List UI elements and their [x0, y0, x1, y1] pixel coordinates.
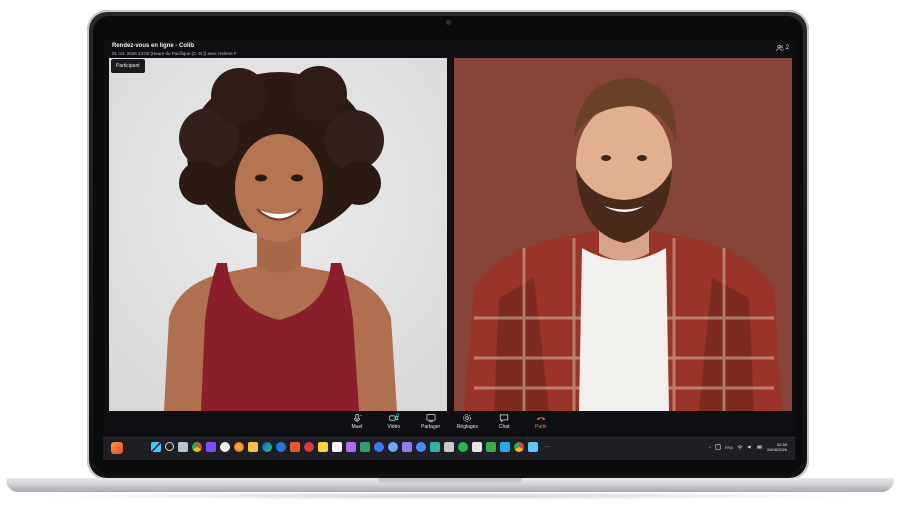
- vscode-icon[interactable]: [500, 442, 510, 452]
- os-taskbar: ··· ^ FRA 02:58 25/08/2026: [103, 437, 795, 460]
- participant-count-button[interactable]: 2: [776, 44, 789, 52]
- app-icon[interactable]: [290, 442, 300, 452]
- chevron-up-icon[interactable]: ^: [709, 445, 711, 450]
- edge-icon[interactable]: [262, 442, 272, 452]
- gear-icon: [463, 414, 472, 422]
- app-icon[interactable]: [416, 442, 426, 452]
- chrome-icon[interactable]: [514, 442, 524, 452]
- leave-label: Partir: [535, 424, 547, 430]
- app-icon[interactable]: [318, 442, 328, 452]
- app-icon[interactable]: [332, 442, 342, 452]
- app-icon[interactable]: [220, 442, 230, 452]
- weather-widget-icon[interactable]: [111, 442, 123, 454]
- participant-label: Participant: [111, 59, 145, 73]
- settings-button[interactable]: Réglages: [449, 413, 485, 435]
- video-label: Vidéo: [387, 424, 401, 430]
- chat-label: Chat: [498, 424, 510, 430]
- app-icon[interactable]: [486, 442, 496, 452]
- app-icon[interactable]: [402, 442, 412, 452]
- more-icon[interactable]: ···: [542, 442, 552, 452]
- leave-button[interactable]: Partir: [523, 413, 559, 435]
- battery-icon[interactable]: [757, 444, 763, 450]
- speaker-icon[interactable]: [747, 444, 753, 450]
- settings-label: Réglages: [456, 424, 478, 430]
- video-button[interactable]: Vidéo: [376, 413, 412, 435]
- microphone-icon: [353, 413, 362, 423]
- video-camera-icon: [389, 413, 399, 421]
- webcam-icon: [446, 20, 451, 25]
- mute-label: Muet: [351, 424, 363, 430]
- meeting-subtitle: 01 oct. 2026 14:00 (Heure du Pacifique (…: [112, 51, 237, 56]
- participant-video-feed: [109, 58, 447, 411]
- app-icon[interactable]: [444, 442, 454, 452]
- video-tile-participant[interactable]: Participant: [109, 58, 447, 411]
- screen: Rendez-vous en ligne - Colib 01 oct. 202…: [103, 40, 795, 460]
- screen-share-icon: [426, 414, 436, 423]
- laptop-notch: [378, 478, 522, 485]
- app-icon[interactable]: [472, 442, 482, 452]
- app-icon[interactable]: [374, 442, 384, 452]
- app-icon[interactable]: [528, 442, 538, 452]
- app-icon[interactable]: [346, 442, 356, 452]
- app-icon[interactable]: [430, 442, 440, 452]
- search-icon[interactable]: [165, 442, 174, 451]
- app-icon[interactable]: [206, 442, 216, 452]
- app-icon[interactable]: [360, 442, 370, 452]
- clock-date: 25/08/2026: [766, 447, 787, 452]
- laptop-shadow: [30, 492, 870, 500]
- firefox-icon[interactable]: [234, 442, 244, 452]
- share-label: Partager: [421, 424, 441, 430]
- chrome-icon[interactable]: [192, 442, 202, 452]
- people-icon: [776, 44, 784, 52]
- participant-count: 2: [785, 45, 789, 51]
- taskbar-apps: ···: [151, 442, 552, 452]
- language-indicator[interactable]: FRA: [725, 445, 733, 450]
- share-button[interactable]: Partager: [413, 413, 449, 435]
- chat-bubble-icon: [500, 414, 509, 423]
- network-icon[interactable]: [715, 444, 721, 450]
- mute-button[interactable]: Muet: [339, 413, 375, 435]
- app-icon[interactable]: [276, 442, 286, 452]
- system-tray: ^ FRA 02:58 25/08/2026: [709, 442, 787, 452]
- video-tile-self[interactable]: [454, 58, 792, 411]
- chat-button[interactable]: Chat: [486, 413, 522, 435]
- meeting-controls: Muet Vidéo Partager Réglages Chat Partir: [339, 413, 559, 435]
- spotify-icon[interactable]: [458, 442, 468, 452]
- self-video-feed: [454, 58, 792, 411]
- wifi-icon[interactable]: [737, 444, 743, 450]
- folder-icon[interactable]: [248, 442, 258, 452]
- task-view-icon[interactable]: [178, 442, 188, 452]
- app-icon[interactable]: [388, 442, 398, 452]
- phone-hangup-icon: [536, 417, 546, 421]
- clock[interactable]: 02:58 25/08/2026: [767, 442, 787, 452]
- windows-start-icon[interactable]: [151, 442, 161, 452]
- meeting-title: Rendez-vous en ligne - Colib: [112, 43, 195, 49]
- app-icon[interactable]: [304, 442, 314, 452]
